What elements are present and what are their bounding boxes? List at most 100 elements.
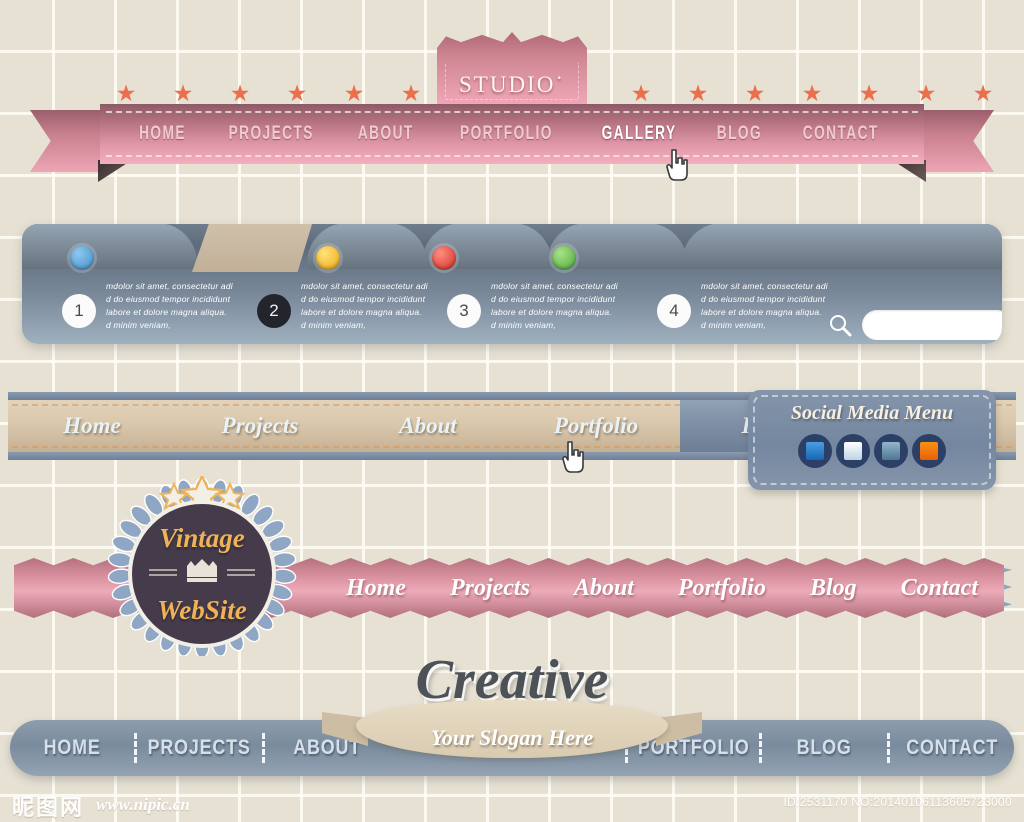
search-input[interactable] [862, 310, 1002, 340]
slogan-text: Your Slogan Here [430, 725, 594, 750]
panel-block-text: mdolor sit amet, consectetur adi d do eiu… [301, 280, 428, 332]
panel-step-number: 4 [657, 294, 691, 328]
social-icon-orange[interactable] [912, 434, 946, 468]
social-icon-steel[interactable] [874, 434, 908, 468]
tan-menu-item-portfolio[interactable]: Portfolio [512, 400, 680, 452]
panel-text-line: d minim veniam, [301, 320, 366, 330]
panel-text-line: mdolor sit amet, consectetur adi [491, 281, 618, 291]
panel-hump-5 [682, 224, 1002, 269]
bottom-nav-item-blog[interactable]: BLOG [772, 736, 878, 760]
panel-block-2: 2 mdolor sit amet, consectetur adi d do ei… [257, 280, 428, 332]
bottom-nav-separator [759, 733, 763, 763]
star-icon: ★ [972, 80, 994, 106]
zigzag-menu-item-blog[interactable]: Blog [810, 575, 857, 602]
vintage-badge: Vintage WebSite [104, 473, 300, 659]
star-icon: ★ [115, 80, 137, 106]
social-icon-white[interactable] [836, 434, 870, 468]
panel-text-line: d minim veniam, [106, 320, 171, 330]
tan-menu-item-about[interactable]: About [344, 400, 512, 452]
studio-menu-item-contact[interactable]: CONTACT [803, 123, 879, 145]
social-icon-blue-glyph [806, 442, 824, 460]
panel-text-line: d minim veniam, [701, 320, 766, 330]
panel-block-4: 4 mdolor sit amet, consectetur adi d do ei… [657, 280, 828, 332]
panel-block-text: mdolor sit amet, consectetur adi d do eiu… [491, 280, 618, 332]
studio-banner: STUDIO˙ [437, 32, 587, 104]
badge-line-2: WebSite [157, 594, 247, 625]
zigzag-menu-item-home[interactable]: Home [346, 575, 406, 602]
bottom-nav-separator [261, 733, 265, 763]
bottom-nav-item-projects[interactable]: PROJECTS [147, 736, 253, 760]
badge-line-1: Vintage [159, 522, 245, 553]
design-canvas: ★★★★★★★★★★★★★★★★ STUDIO˙ HOMEPROJECTSABO… [0, 0, 1024, 821]
social-icon-blue[interactable] [798, 434, 832, 468]
slogan-band: Your Slogan Here [356, 700, 668, 758]
studio-title: STUDIO˙ [459, 72, 565, 97]
info-panel: 1 mdolor sit amet, consectetur adi d do ei… [22, 224, 1002, 344]
panel-text-line: d minim veniam, [491, 320, 556, 330]
slogan-banner: Your Slogan Here [322, 700, 702, 770]
studio-menu-item-blog[interactable]: BLOG [717, 123, 762, 145]
star-icon: ★ [915, 80, 937, 106]
studio-menu-item-about[interactable]: ABOUT [358, 123, 414, 145]
zigzag-menu-item-portfolio[interactable]: Portfolio [678, 575, 766, 602]
star-icon: ★ [744, 80, 766, 106]
star-icon: ★ [343, 80, 365, 106]
panel-text-line: labore et dolore magna aliqua. [106, 307, 227, 317]
panel-block-3: 3 mdolor sit amet, consectetur adi d do ei… [447, 280, 618, 332]
panel-text-line: d do eiusmod tempor incididunt [106, 294, 231, 304]
social-icon-steel-glyph [882, 442, 900, 460]
star-icon: ★ [229, 80, 251, 106]
studio-menu-item-gallery[interactable]: GALLERY [602, 123, 677, 145]
ribbon-tail-right [920, 110, 994, 172]
studio-menu-item-projects[interactable]: PROJECTS [229, 123, 314, 145]
panel-block-text: mdolor sit amet, consectetur adi d do eiu… [701, 280, 828, 332]
watermark-id: ID:2531170 NO:20140106113605723000 [783, 795, 1012, 809]
tan-menu-item-home[interactable]: Home [8, 400, 176, 452]
panel-text-line: labore et dolore magna aliqua. [301, 307, 422, 317]
studio-ribbon-nav: HOME PROJECTS ABOUT PORTFOLIO GALLERY BLOG CON… [0, 104, 1024, 184]
bottom-nav-separator [886, 733, 890, 763]
panel-text-line: labore et dolore magna aliqua. [491, 307, 612, 317]
studio-menu-item-home[interactable]: HOME [140, 123, 187, 145]
watermark-logo: 昵图网 [12, 796, 85, 821]
zigzag-menu-item-contact[interactable]: Contact [901, 575, 978, 602]
bottom-nav-separator [134, 733, 138, 763]
zigzag-menu-item-projects[interactable]: Projects [450, 575, 530, 602]
panel-step-number: 2 [257, 294, 291, 328]
social-icon-list [748, 434, 996, 468]
star-icon: ★ [400, 80, 422, 106]
studio-menu: HOME PROJECTS ABOUT PORTFOLIO GALLERY BLOG CON… [100, 104, 924, 164]
panel-text-line: labore et dolore magna aliqua. [701, 307, 822, 317]
tan-menu-item-projects[interactable]: Projects [176, 400, 344, 452]
social-icon-white-glyph [844, 442, 862, 460]
badge-inner-disc: Vintage WebSite [128, 500, 276, 648]
panel-text-line: d do eiusmod tempor incididunt [301, 294, 426, 304]
panel-text-line: d do eiusmod tempor incididunt [491, 294, 616, 304]
star-icon: ★ [858, 80, 880, 106]
crown-icon [147, 558, 257, 590]
panel-text-line: mdolor sit amet, consectetur adi [106, 281, 233, 291]
zigzag-menu-item-about[interactable]: About [574, 575, 634, 602]
status-dot-green[interactable] [552, 246, 576, 270]
bottom-nav-item-contact[interactable]: CONTACT [899, 736, 1005, 760]
status-dot-blue[interactable] [70, 246, 94, 270]
watermark-url: www.nipic.cn [96, 795, 190, 814]
social-media-menu: Social Media Menu [748, 390, 996, 490]
search-icon[interactable] [827, 312, 853, 338]
star-icon: ★ [286, 80, 308, 106]
panel-text-line: mdolor sit amet, consectetur adi [701, 281, 828, 291]
studio-menu-item-portfolio[interactable]: PORTFOLIO [460, 123, 553, 145]
star-icon: ★ [801, 80, 823, 106]
panel-step-number: 3 [447, 294, 481, 328]
star-icon: ★ [630, 80, 652, 106]
star-icon: ★ [687, 80, 709, 106]
panel-hump-1 [22, 224, 197, 269]
social-media-title: Social Media Menu [790, 402, 954, 424]
panel-block-1: 1 mdolor sit amet, consectetur adi d do ei… [62, 280, 233, 332]
panel-tab-beige[interactable] [192, 224, 312, 272]
status-dot-yellow[interactable] [316, 246, 340, 270]
panel-step-number: 1 [62, 294, 96, 328]
panel-block-text: mdolor sit amet, consectetur adi d do eiu… [106, 280, 233, 332]
status-dot-red[interactable] [432, 246, 456, 270]
bottom-nav-item-home[interactable]: HOME [19, 736, 125, 760]
